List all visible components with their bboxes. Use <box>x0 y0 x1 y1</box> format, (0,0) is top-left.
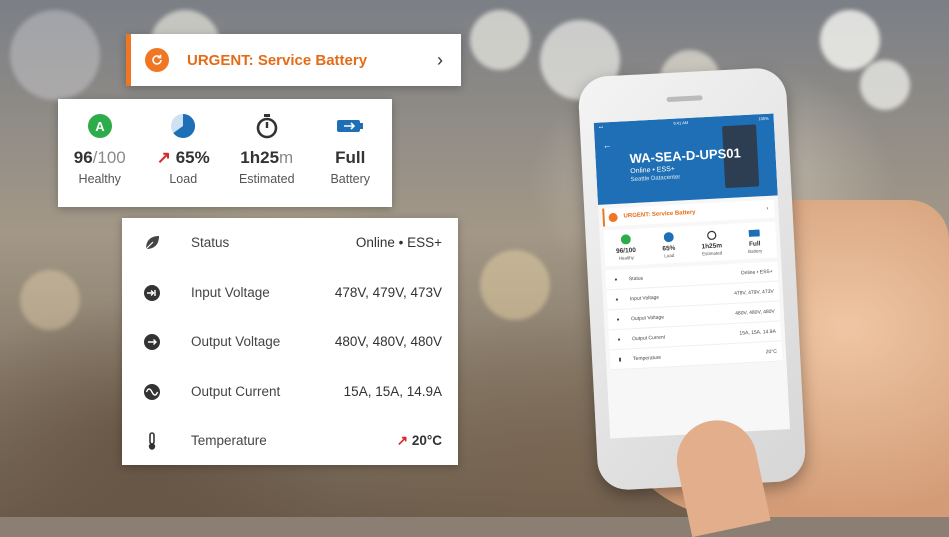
metric-health: A 96/100 Healthy <box>58 99 142 207</box>
trend-up-icon: ↗ <box>156 148 171 167</box>
phone-metric-battery: Full Battery <box>732 227 776 255</box>
detail-value: 15A, 15A, 14.9A <box>343 384 442 399</box>
runtime-unit: m <box>279 148 294 167</box>
pie-chart-icon <box>170 113 196 139</box>
detail-row-status: Status Online • ESS+ <box>122 218 458 267</box>
output-plug-icon: ● <box>616 316 620 323</box>
stopwatch-icon <box>706 230 717 241</box>
phone-row-value: 478V, 479V, 473V <box>733 288 774 297</box>
temperature-value: 20°C <box>411 432 442 448</box>
health-value: 96 <box>73 148 93 167</box>
phone-speaker <box>666 95 703 103</box>
phone-details: ● Status Online • ESS+ ● Input Voltage 478V,… <box>605 261 783 371</box>
phone-row-value: 20°C <box>765 348 778 355</box>
phone-urgent-text: URGENT: Service Battery <box>623 209 696 220</box>
device-status: Online • ESS+ <box>630 165 676 176</box>
chevron-right-icon: › <box>437 49 443 70</box>
runtime-label: Estimated <box>238 172 295 186</box>
metric-runtime: 1h25m Estimated <box>225 99 309 207</box>
detail-label: Output Current <box>191 384 281 399</box>
phone-metric-label: Estimated <box>702 250 723 257</box>
thermometer-icon <box>140 431 164 451</box>
output-plug-icon <box>140 333 164 351</box>
load-label: Load <box>169 172 198 186</box>
sine-wave-icon <box>140 383 164 401</box>
detail-label: Temperature <box>191 433 267 448</box>
phone-screen: ••• 9:41 AM 100% ← WA-SEA-D-UPS01 Online… <box>593 113 790 439</box>
stopwatch-icon <box>254 113 280 139</box>
detail-row-input-voltage: Input Voltage 478V, 479V, 473V <box>122 268 458 317</box>
health-label: Healthy <box>78 172 121 186</box>
phone-metric-load: 65% Load <box>647 231 691 259</box>
battery-label: Battery <box>330 172 371 186</box>
svg-text:A: A <box>95 119 105 134</box>
metric-battery: Full Battery <box>309 99 393 207</box>
battery-percent: 100% <box>758 115 769 122</box>
detail-value: ↗ 20°C <box>397 433 442 449</box>
phone-metric-label: Load <box>664 252 675 259</box>
phone-row-label: Status <box>628 275 644 282</box>
phone-metric-value: Full <box>748 240 761 248</box>
details-card: Status Online • ESS+ Input Voltage 478V,… <box>122 218 458 465</box>
battery-value: Full <box>335 148 366 167</box>
sine-wave-icon: ● <box>617 336 621 343</box>
phone-metric-runtime: 1h25m Estimated <box>689 229 733 257</box>
pie-chart-icon <box>663 232 674 243</box>
refresh-circle-icon <box>145 48 169 72</box>
phone-row-value: 15A, 15A, 14.9A <box>739 328 777 337</box>
trend-up-icon: ↗ <box>396 432 412 448</box>
detail-row-output-voltage: Output Voltage 480V, 480V, 480V <box>122 317 458 366</box>
grade-a-icon: A <box>87 113 113 139</box>
grade-a-icon <box>620 234 631 245</box>
phone-row-value: Online • ESS+ <box>740 268 773 276</box>
urgent-text: URGENT: Service Battery <box>187 51 368 69</box>
phone-metric-label: Healthy <box>618 255 635 261</box>
detail-value: 480V, 480V, 480V <box>334 334 442 349</box>
health-max: /100 <box>92 148 126 167</box>
device-location: Seattle Datacenter <box>630 174 681 184</box>
detail-row-output-current: Output Current 15A, 15A, 14.9A <box>122 367 458 416</box>
phone-row-label: Temperature <box>632 354 662 362</box>
detail-row-temperature: Temperature ↗ 20°C <box>122 416 458 465</box>
status-time: 9:41 AM <box>673 119 689 126</box>
phone-row-label: Output Voltage <box>630 314 665 322</box>
runtime-value: 1h25 <box>240 148 280 167</box>
detail-value: Online • ESS+ <box>355 235 442 250</box>
battery-icon <box>748 227 761 238</box>
refresh-circle-icon <box>608 212 618 222</box>
phone-metric-value: 96/100 <box>615 246 637 255</box>
phone-metrics: 96/100 Healthy 65% Load 1h25m Estimated … <box>603 221 777 267</box>
detail-label: Output Voltage <box>191 334 281 349</box>
phone-header: ••• 9:41 AM 100% ← WA-SEA-D-UPS01 Online… <box>593 113 778 205</box>
detail-value: 478V, 479V, 473V <box>334 285 442 300</box>
thermometer-icon: ▮ <box>618 356 622 363</box>
input-plug-icon <box>140 284 164 302</box>
chevron-right-icon: › <box>766 205 769 213</box>
phone-row-label: Input Voltage <box>629 294 660 302</box>
phone-metric-value: 1h25m <box>701 242 723 251</box>
signal-icon: ••• <box>598 124 604 130</box>
leaf-icon <box>140 234 164 252</box>
detail-label: Input Voltage <box>191 285 270 300</box>
urgent-banner[interactable]: URGENT: Service Battery › <box>126 34 461 86</box>
phone-metric-label: Battery <box>747 248 763 255</box>
battery-icon <box>336 113 364 139</box>
load-value: 65% <box>175 148 210 167</box>
detail-label: Status <box>191 235 230 250</box>
phone-metric-health: 96/100 Healthy <box>604 233 648 261</box>
metric-load: ↗ 65% Load <box>142 99 226 207</box>
leaf-icon: ● <box>614 276 618 283</box>
input-plug-icon: ● <box>615 296 619 303</box>
phone-metric-value: 65% <box>662 244 676 253</box>
phone-row-label: Output Current <box>631 333 666 342</box>
metrics-card: A 96/100 Healthy ↗ 65% Load 1h25m Estima… <box>58 99 392 207</box>
back-arrow-icon[interactable]: ← <box>603 140 613 150</box>
phone-row-value: 480V, 480V, 480V <box>735 308 775 317</box>
